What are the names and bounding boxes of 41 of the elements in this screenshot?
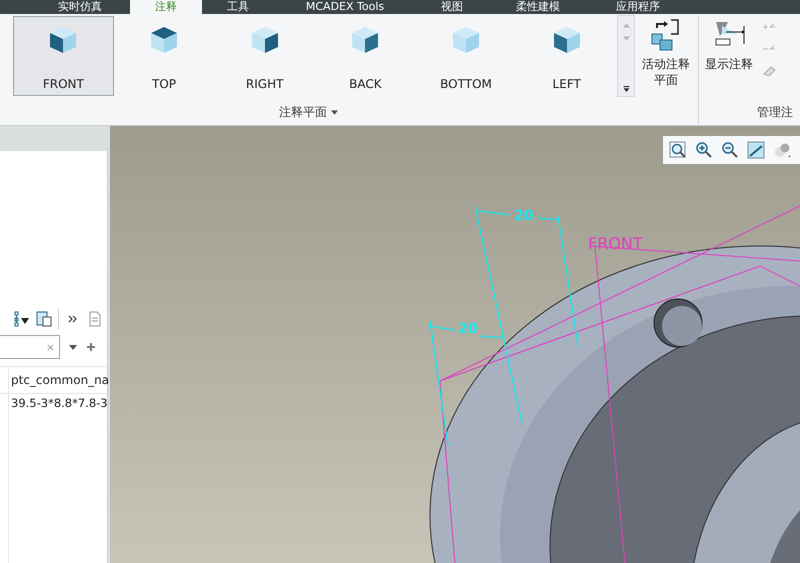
repaint-icon[interactable] [747, 141, 765, 159]
caret-icon[interactable] [331, 110, 338, 114]
view-orientation-button[interactable]: LEFT [516, 16, 618, 96]
dimension-label: 20 [458, 321, 478, 337]
zoom-fit-icon[interactable] [669, 141, 687, 159]
tree-filter-icon[interactable] [14, 311, 30, 327]
columns-icon[interactable] [36, 311, 52, 327]
zoom-out-icon[interactable] [721, 141, 739, 159]
group-label: 管理注 [757, 104, 793, 120]
ribbon-tab[interactable]: 柔性建模 [488, 0, 588, 14]
group-label[interactable]: 注释平面 [279, 104, 327, 120]
view-orientation-button[interactable]: FRONT [13, 16, 114, 96]
view-orientation-button[interactable]: RIGHT [214, 16, 316, 96]
view-orientation-button[interactable]: TOP [114, 16, 214, 96]
document-icon[interactable] [87, 311, 103, 327]
expand-icon[interactable] [622, 86, 630, 92]
ribbon-tab[interactable]: 注释 [130, 0, 202, 14]
ribbon-tab[interactable]: 工具 [202, 0, 274, 14]
view-orientation-button[interactable]: BACK [315, 16, 416, 96]
datum-plane-label: FRONT [588, 234, 643, 253]
search-field[interactable] [0, 335, 60, 359]
ribbon-tab[interactable]: MCADEX Tools [274, 0, 416, 14]
show-annotations-button[interactable]: 显示注释 [700, 14, 758, 100]
cube-icon [250, 25, 280, 55]
ribbon-tab[interactable]: 实时仿真 [30, 0, 130, 14]
column-header[interactable]: ptc_common_na [9, 373, 110, 387]
cube-icon [552, 25, 582, 55]
clear-icon[interactable] [46, 342, 55, 352]
dropdown-caret-icon[interactable] [68, 342, 78, 352]
ribbon-tab[interactable]: 视图 [416, 0, 488, 14]
cube-icon [48, 25, 78, 55]
dimension-label: 20 [514, 208, 534, 224]
add-icon[interactable] [86, 342, 96, 352]
ribbon-tab[interactable]: 应用程序 [588, 0, 688, 14]
cube-icon [149, 25, 179, 55]
view-orientation-button[interactable]: BOTTOM [416, 16, 516, 96]
table-cell-text: 39.5-3*8.8*7.8-3 [10, 396, 108, 410]
zoom-in-icon[interactable] [695, 141, 713, 159]
cube-icon [350, 25, 380, 55]
active-annotation-plane-button[interactable]: 活动注释平面 [635, 14, 697, 100]
cube-icon [451, 25, 482, 55]
